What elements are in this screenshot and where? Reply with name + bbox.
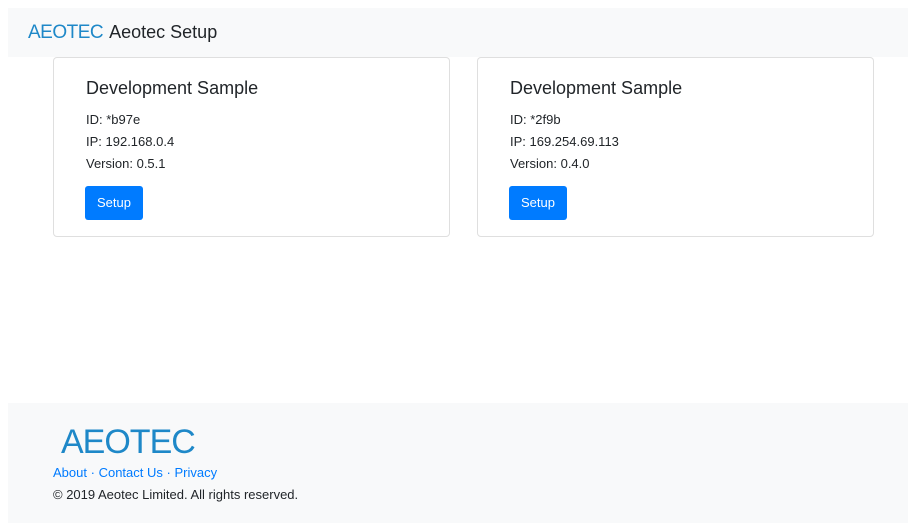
device-card: Development Sample ID: *b97e IP: 192.168… [53, 57, 450, 237]
footer-aeotec-logo: AEOTEC [61, 423, 196, 461]
setup-button[interactable]: Setup [85, 186, 143, 220]
footer: AEOTEC About · Contact Us · Privacy © 20… [8, 403, 908, 523]
header-navbar: AEOTEC Aeotec Setup [8, 8, 908, 57]
device-card: Development Sample ID: *2f9b IP: 169.254… [477, 57, 874, 237]
footer-links: About · Contact Us · Privacy [53, 465, 217, 480]
device-version: Version: 0.4.0 [510, 156, 590, 171]
brand-link[interactable]: AEOTEC Aeotec Setup [28, 8, 217, 57]
aeotec-logo: AEOTEC [28, 21, 104, 43]
device-id: ID: *b97e [86, 112, 141, 127]
about-link[interactable]: About [53, 465, 87, 480]
device-id: ID: *2f9b [510, 112, 561, 127]
device-ip: IP: 169.254.69.113 [510, 134, 619, 149]
device-name: Development Sample [86, 78, 259, 98]
device-version: Version: 0.5.1 [86, 156, 166, 171]
copyright-text: © 2019 Aeotec Limited. All rights reserv… [53, 487, 299, 502]
setup-button[interactable]: Setup [509, 186, 567, 220]
app-title: Aeotec Setup [109, 22, 218, 42]
link-separator: · [90, 465, 95, 480]
contact-us-link[interactable]: Contact Us [99, 465, 163, 480]
privacy-link[interactable]: Privacy [174, 465, 217, 480]
device-name: Development Sample [510, 78, 683, 98]
link-separator: · [166, 465, 171, 480]
device-ip: IP: 192.168.0.4 [86, 134, 175, 149]
